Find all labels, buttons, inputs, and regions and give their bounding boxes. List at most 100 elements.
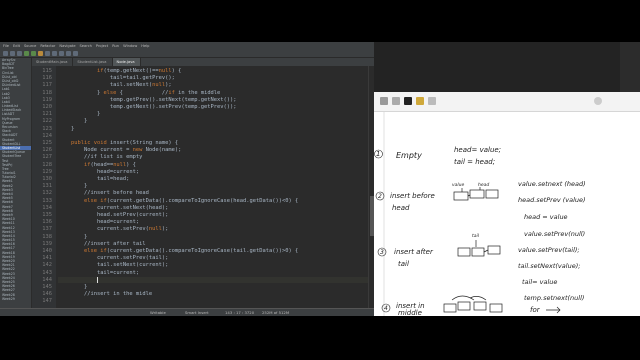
line-number: 124 <box>42 132 52 139</box>
code-editor[interactable]: if(temp.getNext()==null) { tail=tail.get… <box>58 66 368 308</box>
whiteboard-app: 1 Empty head= value; tail = head; 2 inse… <box>374 42 640 316</box>
save-icon[interactable] <box>10 50 15 56</box>
run-icon[interactable] <box>31 50 36 56</box>
after-diagram <box>457 240 501 257</box>
pointer-tool-icon[interactable] <box>392 97 400 105</box>
new-class-icon[interactable] <box>45 50 50 56</box>
code-line[interactable]: head=current; <box>58 169 139 175</box>
line-number: 117 <box>42 82 52 89</box>
tab-studentmain[interactable]: StudentMain.java <box>32 58 74 66</box>
line-number: 127 <box>42 154 52 161</box>
code-line[interactable]: current.setPrev(null); <box>58 226 168 232</box>
menu-refactor[interactable]: Refactor <box>40 44 55 48</box>
code-line[interactable]: current.setPrev(tail); <box>58 255 168 261</box>
print-icon[interactable] <box>17 50 22 56</box>
before-code-line-1: value.setnext (head) <box>518 180 586 188</box>
line-number: 115 <box>42 68 52 74</box>
menu-source[interactable]: Source <box>24 44 36 48</box>
code-line[interactable]: if(head==null) { <box>58 162 136 168</box>
code-line[interactable]: //insert before head <box>58 190 149 196</box>
explorer-item[interactable]: Week29 <box>0 297 31 301</box>
code-line[interactable]: public void insert(String name) { <box>58 140 178 146</box>
status-writable: Writable <box>150 310 166 315</box>
menu-file[interactable]: File <box>3 44 9 48</box>
line-number: 143 <box>42 269 52 276</box>
menu-navigate[interactable]: Navigate <box>59 44 75 48</box>
code-line[interactable]: //insert in the midle <box>58 291 152 297</box>
code-line[interactable]: tail=head; <box>58 176 129 182</box>
code-line[interactable]: temp.getPrev().setNext(temp.getNext()); <box>58 97 237 103</box>
line-number: 141 <box>42 255 52 262</box>
code-line[interactable]: } <box>58 111 100 117</box>
code-line[interactable]: head.setPrev(current); <box>58 212 168 218</box>
code-line[interactable] <box>58 276 368 284</box>
line-number: 123 <box>42 125 52 132</box>
menu-edit[interactable]: Edit <box>13 44 20 48</box>
code-line[interactable]: tail=current; <box>58 270 139 276</box>
code-line[interactable]: //insert after tail <box>58 241 146 247</box>
line-number: 125 <box>42 140 52 146</box>
code-line[interactable]: } <box>58 234 87 240</box>
code-line[interactable]: else if(current.getData().compareToIgnor… <box>58 198 298 204</box>
code-line[interactable]: current.setNext(head); <box>58 205 168 211</box>
code-line[interactable]: } <box>58 126 74 132</box>
code-line[interactable]: tail.setNext(current); <box>58 262 168 268</box>
line-number: 142 <box>42 262 52 269</box>
before-code-line-2: head.setPrev (value) <box>518 196 586 204</box>
code-line[interactable]: tail=tail.getPrev(); <box>58 75 175 81</box>
code-line[interactable]: if(temp.getNext()==null) { <box>58 68 181 74</box>
line-number: 139 <box>42 240 52 247</box>
code-line[interactable]: } <box>58 118 87 124</box>
tab-node[interactable]: Node.java <box>112 58 141 66</box>
open-type-icon[interactable] <box>52 50 57 56</box>
keyword: null <box>113 161 127 168</box>
code-line[interactable]: else if(current.getData().compareToIgnor… <box>58 248 298 254</box>
external-tools-icon[interactable] <box>38 50 43 56</box>
bullet-3-number: 3 <box>380 249 384 256</box>
line-number: 129 <box>42 168 52 175</box>
video-letterbox-bottom <box>0 316 640 360</box>
text-cursor <box>96 276 98 283</box>
after-label-line-2: tail <box>398 260 409 268</box>
search-icon[interactable] <box>59 50 64 56</box>
keyword: else <box>103 89 117 96</box>
debug-icon[interactable] <box>24 50 29 56</box>
before-code-line-4: value.setPrev(null) <box>524 230 585 238</box>
after-code-line-1: value.setPrev(tail); <box>518 246 580 254</box>
menu-window[interactable]: Window <box>123 44 137 48</box>
code-line[interactable]: //if list is empty <box>58 154 142 160</box>
menu-search[interactable]: Search <box>80 44 92 48</box>
keyword: null <box>152 82 166 89</box>
line-number: 122 <box>42 118 52 125</box>
tab-studentlist[interactable]: StudentList.java <box>73 58 113 66</box>
code-line[interactable]: } else { //if in the middle <box>58 90 220 96</box>
menu-project[interactable]: Project <box>96 44 108 48</box>
back-icon[interactable] <box>66 50 71 56</box>
status-cursor-position: 143 : 17 : 3720 <box>225 310 255 315</box>
line-number: 140 <box>42 248 52 254</box>
menu-help[interactable]: Help <box>141 44 149 48</box>
middle-diagram <box>443 295 503 313</box>
eraser-tool-icon[interactable] <box>428 97 436 105</box>
video-letterbox-top <box>0 0 640 42</box>
zoom-icon[interactable] <box>594 97 602 105</box>
hand-tool-icon[interactable] <box>380 97 388 105</box>
line-number: 119 <box>42 96 52 103</box>
code-line[interactable]: } <box>58 284 87 290</box>
menu-run[interactable]: Run <box>112 44 119 48</box>
new-file-icon[interactable] <box>3 50 8 56</box>
keyword: else <box>83 197 97 204</box>
code-line[interactable]: } <box>58 183 87 189</box>
line-number: 126 <box>42 147 52 154</box>
line-number: 137 <box>42 226 52 233</box>
whiteboard-canvas[interactable]: 1 Empty head= value; tail = head; 2 inse… <box>374 112 640 316</box>
forward-icon[interactable] <box>73 50 78 56</box>
pen-tool-icon[interactable] <box>404 97 412 105</box>
empty-code-line-1: head= value; <box>454 146 501 154</box>
highlighter-tool-icon[interactable] <box>416 97 424 105</box>
code-line[interactable]: temp.getNext().setPrev(temp.getPrev()); <box>58 104 237 110</box>
code-line[interactable]: tail.setNext(null); <box>58 82 172 88</box>
code-line[interactable]: head=current; <box>58 219 139 225</box>
code-line[interactable]: Node current = new Node(name); <box>58 147 181 153</box>
status-heap-memory[interactable]: 252M of 512M <box>262 310 289 315</box>
